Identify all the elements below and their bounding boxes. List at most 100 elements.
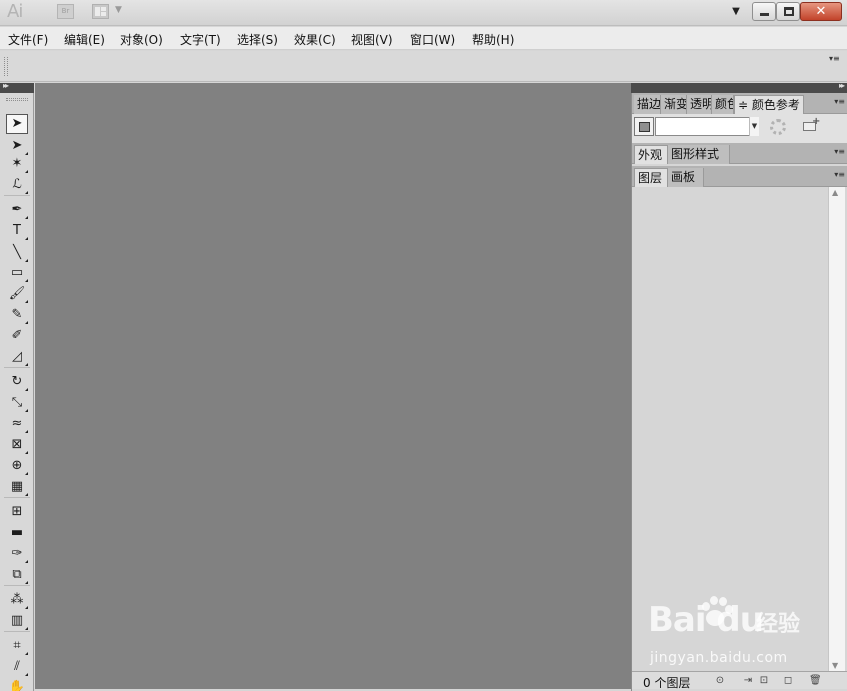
tab-color[interactable]: 颜色 xyxy=(712,95,734,114)
tools-panel-grip[interactable] xyxy=(6,98,28,101)
menu-file[interactable]: 文件(F) xyxy=(8,31,48,48)
make-clipping-mask-icon[interactable]: ⇥ xyxy=(742,675,754,686)
control-bar-grip[interactable] xyxy=(4,57,8,76)
warp-tool-icon[interactable]: ≈ xyxy=(6,414,28,434)
menu-object[interactable]: 对象(O) xyxy=(120,31,163,48)
tool-group-divider xyxy=(4,631,30,632)
lasso-tool-icon[interactable]: ℒ xyxy=(6,175,28,195)
rotate-tool-icon[interactable]: ↻ xyxy=(6,372,28,392)
tools-panel: ➤ ➤ ✶ ℒ ✒ T ╲ ▭ 🖌 ✎ ✐ ◿ ↻ ⤡ ≈ ⊠ ⊕ ▦ ⊞ ▬ ✑ ⧉ ⁂ ▥ ⌗ ⫽ ✋ xyxy=(0,93,34,691)
edit-colors-icon[interactable] xyxy=(770,119,786,135)
control-bar: ▾≡ xyxy=(0,51,847,82)
flyout-indicator-icon xyxy=(25,170,28,173)
blob-brush-tool-icon[interactable]: ✐ xyxy=(6,326,28,346)
menu-bar: 文件(F) 编辑(E) 对象(O) 文字(T) 选择(S) 效果(C) 视图(V… xyxy=(0,27,847,50)
locate-object-icon[interactable]: ⊙ xyxy=(714,675,726,686)
save-color-group-button[interactable]: + xyxy=(802,116,821,134)
minimize-button[interactable] xyxy=(752,2,776,21)
go-to-bridge-button[interactable]: Br xyxy=(57,4,74,19)
column-graph-tool-icon[interactable]: ▥ xyxy=(6,611,28,631)
tab-color-guide-label: 颜色参考 xyxy=(751,98,800,112)
tab-transparency[interactable]: 透明度 xyxy=(687,95,712,114)
color-panel-tabs: 描边 渐变 透明度 颜色 ≑ 颜色参考 ▾≡ xyxy=(632,93,847,114)
new-layer-icon[interactable]: ◻ xyxy=(782,675,794,686)
tab-color-guide[interactable]: ≑ 颜色参考 xyxy=(734,95,804,114)
appearance-panel-tabs: 外观 图形样式 ▾≡ xyxy=(632,143,847,164)
layer-count: 0 个图层 xyxy=(643,676,691,690)
panel-menu-icon[interactable]: ▾≡ xyxy=(834,147,845,156)
flyout-indicator-icon xyxy=(25,363,28,366)
eyedropper-tool-icon[interactable]: ✑ xyxy=(6,544,28,564)
workspace-switcher-dropdown[interactable]: ▼ xyxy=(728,4,744,20)
plus-icon: + xyxy=(812,116,821,127)
document-canvas-area[interactable] xyxy=(35,83,631,689)
free-transform-tool-icon[interactable]: ⊠ xyxy=(6,435,28,455)
slice-tool-icon[interactable]: ⫽ xyxy=(6,657,28,677)
flyout-indicator-icon xyxy=(25,216,28,219)
scroll-down-icon[interactable]: ▼ xyxy=(832,661,838,670)
direct-selection-tool-icon[interactable]: ➤ xyxy=(6,136,28,156)
pencil-tool-icon[interactable]: ✎ xyxy=(6,305,28,325)
close-button[interactable]: ✕ xyxy=(800,2,842,21)
gradient-tool-icon[interactable]: ▬ xyxy=(6,523,28,543)
pen-tool-icon[interactable]: ✒ xyxy=(6,200,28,220)
watermark-jingyan-text: 经验 xyxy=(756,612,801,637)
flyout-indicator-icon xyxy=(25,451,28,454)
harmony-rules-field[interactable] xyxy=(655,117,759,136)
title-bar: Ai Br ▼ ▼ ✕ xyxy=(0,0,847,26)
line-segment-tool-icon[interactable]: ╲ xyxy=(6,243,28,263)
chevron-down-icon: ▼ xyxy=(115,5,122,15)
panel-menu-icon[interactable]: ▾≡ xyxy=(834,170,845,179)
maximize-button[interactable] xyxy=(776,2,800,21)
control-bar-menu-icon[interactable]: ▾≡ xyxy=(829,54,840,63)
menu-window[interactable]: 窗口(W) xyxy=(410,31,455,48)
delete-layer-icon[interactable]: 🗑 xyxy=(809,675,822,686)
mesh-tool-icon[interactable]: ⊞ xyxy=(6,502,28,522)
flyout-indicator-icon xyxy=(25,259,28,262)
tab-stroke[interactable]: 描边 xyxy=(634,95,661,114)
flyout-indicator-icon xyxy=(25,191,28,194)
eraser-tool-icon[interactable]: ◿ xyxy=(6,347,28,367)
menu-select[interactable]: 选择(S) xyxy=(237,31,278,48)
magic-wand-tool-icon[interactable]: ✶ xyxy=(6,154,28,174)
arrange-documents-icon xyxy=(92,4,109,19)
base-color-swatch[interactable] xyxy=(634,117,654,136)
menu-type[interactable]: 文字(T) xyxy=(180,31,221,48)
flyout-indicator-icon xyxy=(25,493,28,496)
rectangle-tool-icon[interactable]: ▭ xyxy=(6,263,28,283)
symbol-sprayer-tool-icon[interactable]: ⁂ xyxy=(6,590,28,610)
menu-help[interactable]: 帮助(H) xyxy=(472,31,514,48)
close-icon: ✕ xyxy=(815,4,827,19)
menu-view[interactable]: 视图(V) xyxy=(351,31,393,48)
arrange-documents-button[interactable]: ▼ xyxy=(92,4,122,19)
selection-tool-icon[interactable]: ➤ xyxy=(6,114,28,134)
layers-panel-tabs: 图层 画板 ▾≡ xyxy=(632,166,847,187)
tab-artboards[interactable]: 画板 xyxy=(668,168,704,187)
chevron-down-icon[interactable]: ▼ xyxy=(749,117,759,136)
layers-scrollbar[interactable]: ▲ ▼ xyxy=(828,187,845,671)
type-tool-icon[interactable]: T xyxy=(6,221,28,241)
tab-appearance[interactable]: 外观 xyxy=(634,145,668,164)
new-sublayer-icon[interactable]: ⊡ xyxy=(758,675,770,686)
scale-tool-icon[interactable]: ⤡ xyxy=(6,393,28,413)
scroll-up-icon[interactable]: ▲ xyxy=(832,188,838,197)
blend-tool-icon[interactable]: ⧉ xyxy=(6,565,28,585)
tab-layers[interactable]: 图层 xyxy=(634,168,668,187)
perspective-grid-tool-icon[interactable]: ▦ xyxy=(6,477,28,497)
menu-effect[interactable]: 效果(C) xyxy=(294,31,336,48)
shape-builder-tool-icon[interactable]: ⊕ xyxy=(6,456,28,476)
paintbrush-tool-icon[interactable]: 🖌 xyxy=(6,284,28,304)
panel-dock-header[interactable]: ▸▸ xyxy=(631,81,847,93)
hand-tool-icon[interactable]: ✋ xyxy=(6,678,28,691)
panel-menu-icon[interactable]: ▾≡ xyxy=(834,97,845,106)
baidu-jingyan-watermark: Bai du 经验 jingyan.baidu.com xyxy=(648,596,818,674)
menu-edit[interactable]: 编辑(E) xyxy=(64,31,105,48)
flyout-indicator-icon xyxy=(25,237,28,240)
tools-panel-header[interactable]: ▸▸ xyxy=(0,81,34,93)
tab-gradient[interactable]: 渐变 xyxy=(661,95,687,114)
flyout-indicator-icon xyxy=(25,581,28,584)
tab-graphic-styles[interactable]: 图形样式 xyxy=(668,145,730,164)
flyout-indicator-icon xyxy=(25,430,28,433)
paw-icon xyxy=(700,596,733,636)
artboard-tool-icon[interactable]: ⌗ xyxy=(6,636,28,656)
